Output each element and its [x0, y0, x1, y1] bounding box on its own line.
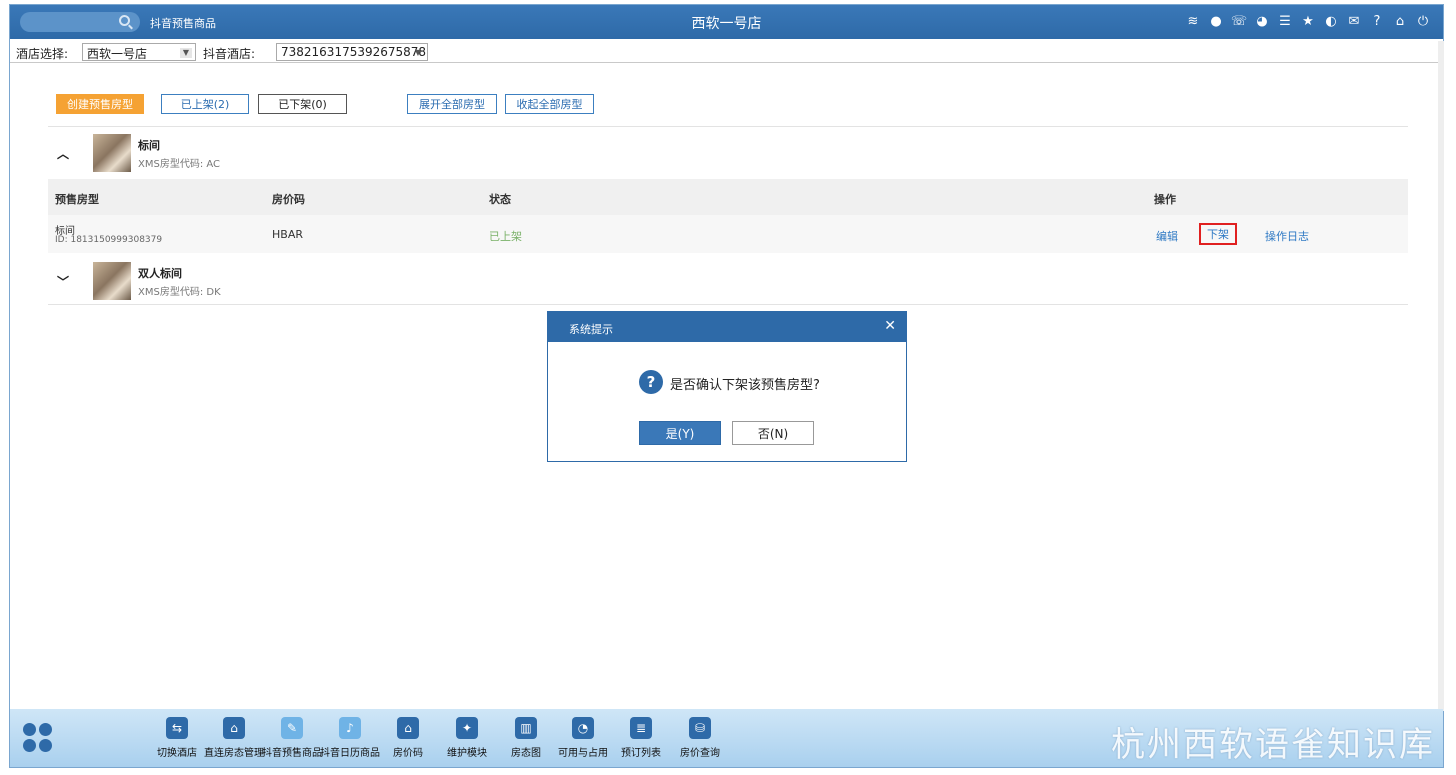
switch-icon: ⇆: [166, 717, 188, 739]
dock-label: 抖音日历商品: [320, 748, 380, 759]
expand-all-button[interactable]: 展开全部房型: [407, 94, 497, 114]
chat-icon[interactable]: ●: [1208, 13, 1224, 29]
top-icon-group: ≋ ● ☏ ◕ ☰ ★ ◐ ✉ ? ⌂ ⏻: [1185, 13, 1431, 29]
dialog-title: 系统提示: [569, 323, 613, 336]
dialog-header: 系统提示 ✕: [548, 312, 906, 342]
tiktok-icon: ♪: [339, 717, 361, 739]
dock-douyin-calendar[interactable]: ♪ 抖音日历商品: [320, 717, 380, 759]
dock-switch-hotel[interactable]: ⇆ 切换酒店: [147, 717, 207, 759]
question-icon: ?: [639, 370, 663, 394]
bottom-dock: ⇆ 切换酒店 ⌂ 直连房态管理 ✎ 抖音预售商品 ♪ 抖音日历商品 ⌂ 房价码 …: [10, 709, 1443, 767]
dock-availability[interactable]: ◔ 可用与占用: [553, 717, 613, 759]
top-bar: 抖音预售商品 西软一号店 ≋ ● ☏ ◕ ☰ ★ ◐ ✉ ? ⌂ ⏻: [10, 5, 1443, 39]
confirm-no-button[interactable]: 否(N): [732, 421, 814, 445]
dock-price-query[interactable]: ⛁ 房价查询: [670, 717, 730, 759]
col-header-status: 状态: [489, 193, 511, 206]
wifi-icon[interactable]: ≋: [1185, 13, 1201, 29]
create-presale-button[interactable]: 创建预售房型: [56, 94, 144, 114]
bank-icon: ▥: [515, 717, 537, 739]
room-name: 标间: [138, 139, 160, 152]
delisted-filter-button[interactable]: 已下架(0): [258, 94, 347, 114]
listed-filter-button[interactable]: 已上架(2): [161, 94, 249, 114]
star-icon[interactable]: ★: [1300, 13, 1316, 29]
douyin-hotel-select[interactable]: 7382163175392675878 ▼: [276, 43, 428, 61]
row-room-id: ID: 1813150999308379: [55, 235, 163, 245]
help-icon[interactable]: ?: [1369, 13, 1385, 29]
chevron-down-icon[interactable]: ﹀: [57, 273, 69, 290]
list-doc-icon: ≣: [630, 717, 652, 739]
dock-direct-room-status[interactable]: ⌂ 直连房态管理: [204, 717, 264, 759]
dock-label: 可用与占用: [558, 748, 608, 759]
dock-label: 抖音预售商品: [262, 748, 322, 759]
divider: [48, 126, 1408, 127]
dialog-message: 是否确认下架该预售房型?: [670, 378, 820, 393]
dock-rate-code[interactable]: ⌂ 房价码: [378, 717, 438, 759]
house-gear-icon: ⌂: [223, 717, 245, 739]
divider: [48, 304, 1408, 305]
room-code: XMS房型代码: DK: [138, 287, 221, 298]
room-group-header[interactable]: ﹀ 双人标间 XMS房型代码: DK: [48, 257, 1408, 307]
col-header-actions: 操作: [1154, 193, 1176, 206]
confirm-dialog: 系统提示 ✕ ? 是否确认下架该预售房型? 是(Y) 否(N): [547, 311, 907, 462]
douyin-hotel-label: 抖音酒店:: [203, 47, 256, 61]
app-window: 抖音预售商品 西软一号店 ≋ ● ☏ ◕ ☰ ★ ◐ ✉ ? ⌂ ⏻ 酒店选择:…: [9, 4, 1444, 768]
room-name: 双人标间: [138, 267, 182, 280]
room-code: XMS房型代码: AC: [138, 159, 221, 170]
delist-link[interactable]: 下架: [1199, 223, 1237, 245]
chevron-up-icon[interactable]: ︿: [57, 145, 69, 162]
dock-label: 维护模块: [447, 748, 487, 759]
chevron-down-icon: ▼: [414, 48, 422, 57]
row-status: 已上架: [489, 230, 522, 243]
col-header-room: 预售房型: [55, 193, 99, 206]
home-icon: ⌂: [397, 717, 419, 739]
close-icon[interactable]: ✕: [884, 318, 896, 334]
app-logo[interactable]: [23, 723, 53, 753]
dock-label: 房态图: [511, 748, 541, 759]
dock-label: 房价码: [393, 748, 423, 759]
dock-reservation-list[interactable]: ≣ 预订列表: [611, 717, 671, 759]
phone-icon[interactable]: ☏: [1231, 13, 1247, 29]
menu-icon[interactable]: ☰: [1277, 13, 1293, 29]
dock-label: 预订列表: [621, 748, 661, 759]
price-query-icon: ⛁: [689, 717, 711, 739]
chevron-down-icon: ▼: [180, 48, 192, 58]
wrench-icon: ✦: [456, 717, 478, 739]
home-icon[interactable]: ⌂: [1392, 13, 1408, 29]
contrast-icon[interactable]: ◐: [1323, 13, 1339, 29]
douyin-hotel-select-value: 7382163175392675878: [281, 45, 427, 59]
edit-doc-icon: ✎: [281, 717, 303, 739]
table-row: 标间 ID: 1813150999308379 HBAR 已上架 编辑 下架 操…: [48, 215, 1408, 253]
hotel-select-value: 西软一号店: [87, 47, 148, 61]
pie-icon: ◔: [572, 717, 594, 739]
dock-label: 切换酒店: [157, 748, 197, 759]
power-icon[interactable]: ⏻: [1415, 13, 1431, 29]
dock-douyin-presale[interactable]: ✎ 抖音预售商品: [262, 717, 322, 759]
table-header: 预售房型 房价码 状态 操作: [48, 179, 1408, 215]
dock-maintenance[interactable]: ✦ 维护模块: [437, 717, 497, 759]
col-header-rate: 房价码: [272, 193, 305, 206]
collapse-all-button[interactable]: 收起全部房型: [505, 94, 594, 114]
dock-label: 房价查询: [680, 748, 720, 759]
room-thumbnail: [93, 262, 131, 300]
room-thumbnail: [93, 134, 131, 172]
watermark: 杭州西软语雀知识库: [1111, 725, 1435, 765]
scrollbar[interactable]: [1438, 41, 1444, 711]
hotel-select[interactable]: 西软一号店 ▼: [82, 43, 196, 61]
row-rate-code: HBAR: [272, 228, 303, 241]
edit-link[interactable]: 编辑: [1156, 228, 1178, 244]
room-group-header[interactable]: ︿ 标间 XMS房型代码: AC: [48, 129, 1408, 179]
hotel-label: 酒店选择:: [16, 47, 69, 61]
mail-icon[interactable]: ✉: [1346, 13, 1362, 29]
dock-label: 直连房态管理: [204, 748, 264, 759]
palette-icon[interactable]: ◕: [1254, 13, 1270, 29]
dock-room-chart[interactable]: ▥ 房态图: [496, 717, 556, 759]
selector-bar: 酒店选择: 西软一号店 ▼ 抖音酒店: 7382163175392675878 …: [10, 41, 1443, 63]
confirm-yes-button[interactable]: 是(Y): [639, 421, 721, 445]
operation-log-link[interactable]: 操作日志: [1265, 228, 1309, 244]
